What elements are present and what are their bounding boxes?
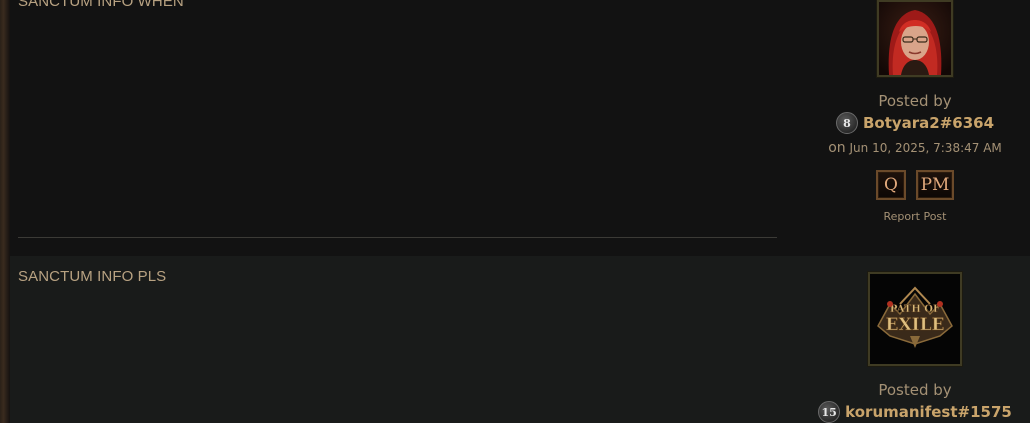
avatar[interactable] — [877, 0, 953, 77]
post-timestamp: Jun 10, 2025, 7:38:47 AM — [849, 141, 1002, 155]
avatar[interactable]: PATH OF EXILE — [868, 272, 962, 366]
avatar-image — [879, 2, 951, 75]
posted-by-label: Posted by — [878, 92, 952, 110]
level-badge-icon: 15 — [818, 401, 841, 423]
post-body: SANCTUM INFO WHEN — [18, 0, 184, 10]
posted-by-label: Posted by — [878, 381, 952, 399]
author-line: 15 korumanifest#1575 — [818, 401, 1012, 423]
level-badge-icon: 8 — [835, 112, 858, 134]
author-line: 8 Botyara2#6364 — [818, 112, 1012, 134]
post-divider — [18, 237, 777, 238]
forum-post: SANCTUM INFO PLS PATH OF EXILE Posted by… — [10, 256, 1030, 423]
date-prefix: on — [828, 140, 846, 156]
quote-icon: Q — [884, 175, 898, 195]
path-of-exile-logo: PATH OF EXILE — [870, 274, 960, 364]
report-post-link[interactable]: Report Post — [818, 210, 1012, 223]
post-date: on Jun 10, 2025, 7:38:47 AM — [818, 140, 1012, 156]
author-username-link[interactable]: korumanifest#1575 — [845, 403, 1012, 421]
svg-text:EXILE: EXILE — [885, 315, 944, 335]
forum-thread: SANCTUM INFO WHEN Posted by 8 Botyara2#6… — [0, 0, 1030, 423]
forum-post: SANCTUM INFO WHEN Posted by 8 Botyara2#6… — [10, 0, 1030, 256]
post-author-panel: Posted by 8 Botyara2#6364 on Jun 10, 202… — [818, 0, 1012, 223]
page-border-decoration — [0, 0, 10, 423]
post-author-panel: PATH OF EXILE Posted by 15 korumanifest#… — [818, 272, 1012, 423]
quote-button[interactable]: Q — [876, 170, 906, 200]
post-actions: Q PM — [818, 170, 1012, 200]
private-message-button[interactable]: PM — [916, 170, 954, 200]
pm-icon: PM — [920, 175, 950, 195]
post-body: SANCTUM INFO PLS — [18, 268, 167, 285]
author-username-link[interactable]: Botyara2#6364 — [863, 114, 994, 132]
svg-text:PATH OF: PATH OF — [890, 304, 940, 315]
